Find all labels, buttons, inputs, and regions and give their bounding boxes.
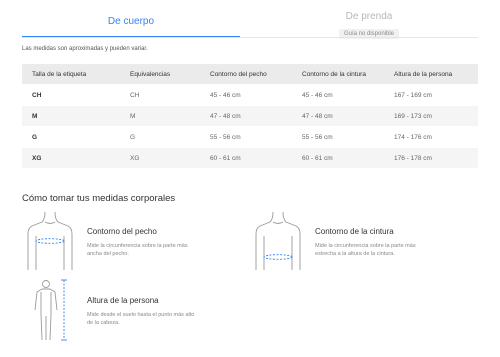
cell-waist: 55 - 56 cm	[292, 126, 384, 148]
tab-body-label: De cuerpo	[107, 16, 155, 27]
waist-measure-guide: Contorno de la cintura Mide la circunfer…	[250, 210, 478, 272]
table-row: CH CH 45 - 46 cm 45 - 46 cm 167 - 169 cm	[22, 84, 478, 106]
cell-chest: 47 - 48 cm	[200, 105, 292, 127]
col-header-height: Altura de la persona	[384, 64, 478, 85]
cell-size: M	[22, 105, 120, 127]
cell-size: CH	[22, 84, 120, 106]
table-row: XG XG 60 - 61 cm 60 - 61 cm 176 - 178 cm	[22, 147, 478, 168]
cell-chest: 45 - 46 cm	[200, 84, 292, 106]
approximate-note: Las medidas son aproximadas y pueden var…	[22, 46, 148, 52]
cell-chest: 55 - 56 cm	[200, 126, 292, 148]
tab-garment-label: De prenda	[345, 11, 393, 22]
cell-waist: 47 - 48 cm	[292, 105, 384, 127]
height-title: Altura de la persona	[87, 296, 159, 305]
height-measure-guide: Altura de la persona Mide desde el suelo…	[22, 278, 222, 342]
waist-title: Contorno de la cintura	[315, 227, 394, 236]
chest-title: Contorno del pecho	[87, 227, 157, 236]
cell-equivalence: M	[120, 105, 200, 127]
col-header-chest: Contorno del pecho	[200, 64, 292, 85]
cell-waist: 45 - 46 cm	[292, 84, 384, 106]
size-table: Talla de la etiqueta Equivalencias Conto…	[22, 64, 478, 168]
height-description: Mide desde el suelo hasta el punto más a…	[87, 312, 195, 326]
cell-chest: 60 - 61 cm	[200, 147, 292, 168]
chest-torso-icon	[27, 211, 73, 270]
how-to-measure-title: Cómo tomar tus medidas corporales	[22, 193, 176, 204]
chest-measure-guide: Contorno del pecho Mide la circunferenci…	[22, 210, 222, 272]
tabs-divider	[22, 37, 478, 38]
waist-description: Mide la circunferencia sobre la parte má…	[315, 243, 416, 257]
col-header-label-size: Talla de la etiqueta	[22, 64, 120, 85]
chest-description: Mide la circunferencia sobre la parte má…	[87, 243, 188, 257]
col-header-equivalences: Equivalencias	[120, 64, 200, 85]
waist-torso-icon	[255, 211, 301, 270]
cell-height: 167 - 169 cm	[384, 84, 478, 106]
table-header-row: Talla de la etiqueta Equivalencias Conto…	[22, 64, 478, 85]
cell-waist: 60 - 61 cm	[292, 147, 384, 168]
cell-equivalence: XG	[120, 147, 200, 168]
cell-size: XG	[22, 147, 120, 168]
cell-height: 174 - 176 cm	[384, 126, 478, 148]
cell-equivalence: CH	[120, 84, 200, 106]
person-height-icon	[34, 279, 67, 341]
cell-height: 169 - 173 cm	[384, 105, 478, 127]
col-header-waist: Contorno de la cintura	[292, 64, 384, 85]
table-row: M M 47 - 48 cm 47 - 48 cm 169 - 173 cm	[22, 105, 478, 127]
table-row: G G 55 - 56 cm 55 - 56 cm 174 - 176 cm	[22, 126, 478, 148]
tab-garment[interactable]: De prenda Guía no disponible	[260, 0, 478, 39]
size-guide-tabs: De cuerpo De prenda Guía no disponible	[0, 0, 500, 39]
cell-equivalence: G	[120, 126, 200, 148]
tab-body[interactable]: De cuerpo	[22, 0, 240, 38]
cell-height: 176 - 178 cm	[384, 147, 478, 168]
cell-size: G	[22, 126, 120, 148]
